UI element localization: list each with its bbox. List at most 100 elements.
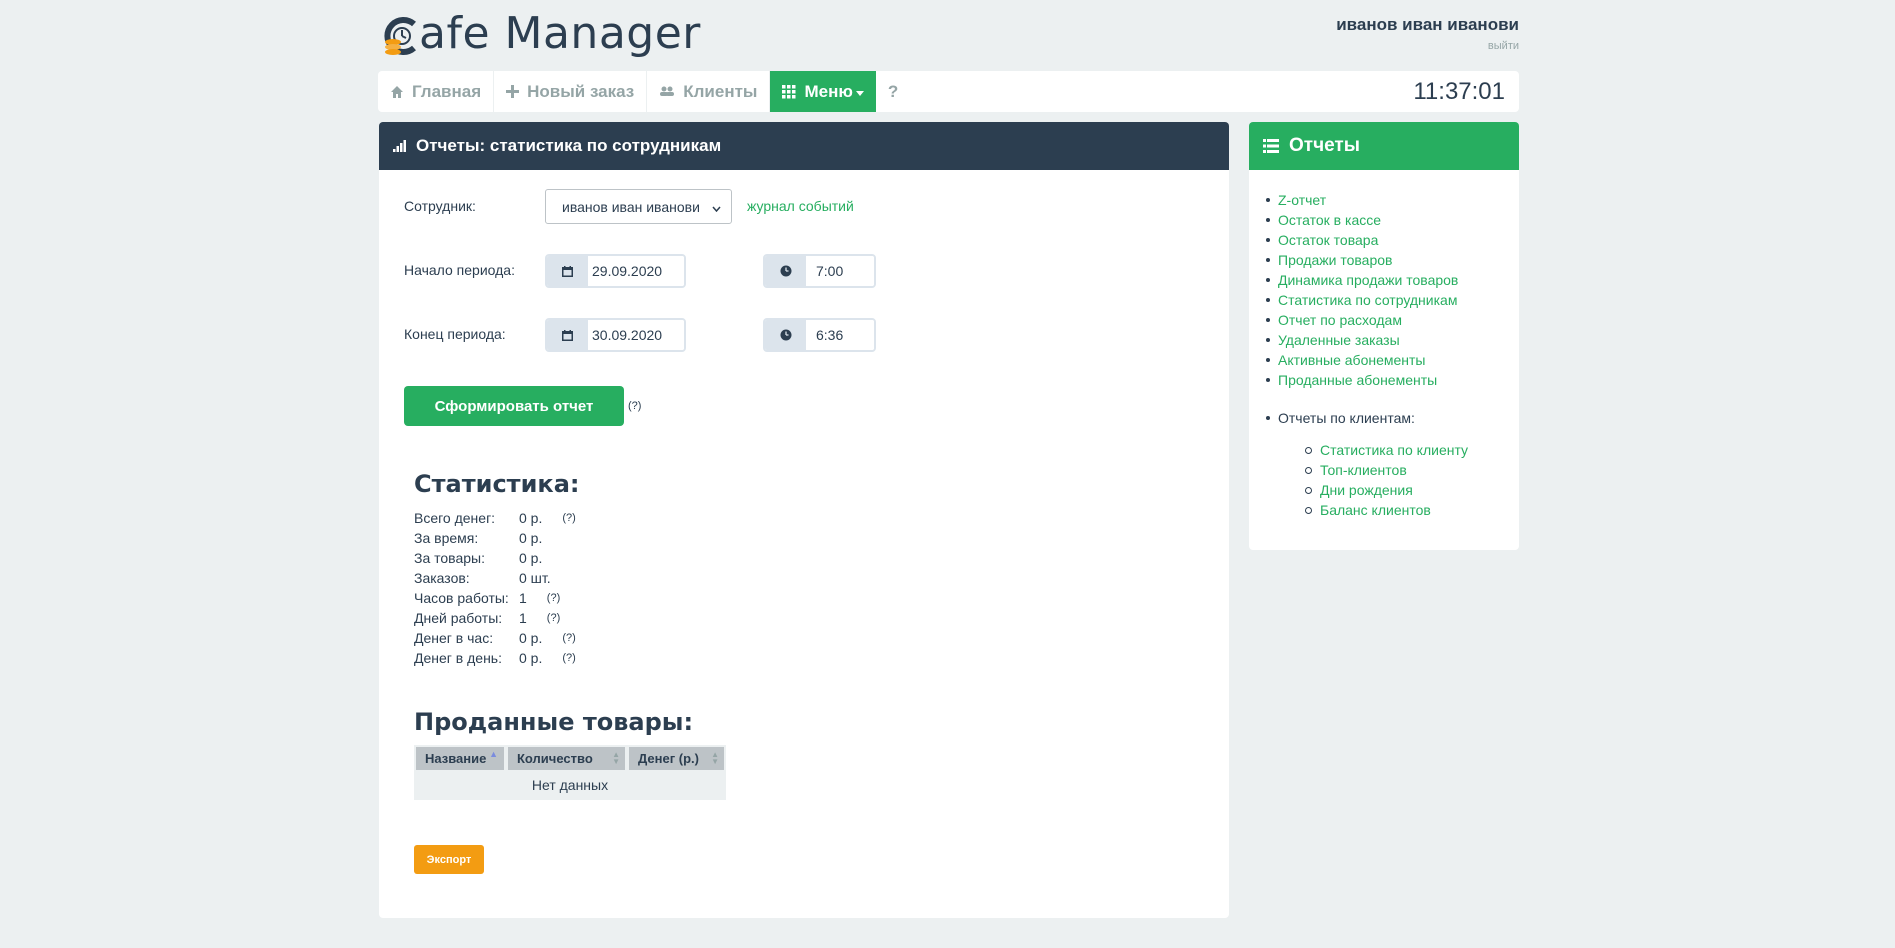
column-header-name[interactable]: Название ▲ (414, 745, 506, 770)
nav-new-order-label: Новый заказ (527, 81, 635, 101)
report-link[interactable]: Остаток в кассе (1278, 212, 1381, 228)
nav-help[interactable]: ? (876, 71, 910, 112)
top-navbar: Главная Новый заказ Клиенты Меню ? 11:37… (378, 71, 1519, 112)
generate-report-button[interactable]: Сформировать отчет (404, 386, 624, 426)
stat-value: 0 р. (519, 630, 543, 646)
list-item: Баланс клиентов (1318, 500, 1468, 520)
reports-link-list: Z-отчет Остаток в кассе Остаток товара П… (1278, 190, 1458, 390)
list-item: Остаток в кассе (1278, 210, 1458, 230)
client-report-link[interactable]: Статистика по клиенту (1320, 442, 1468, 458)
nav-home-label: Главная (412, 81, 482, 101)
client-report-link[interactable]: Баланс клиентов (1320, 502, 1431, 518)
events-log-link[interactable]: журнал событий (747, 198, 854, 214)
client-report-link[interactable]: Дни рождения (1320, 482, 1413, 498)
stat-label: Денег в день: (414, 650, 502, 666)
stat-label: Дней работы: (414, 610, 503, 626)
sort-icon: ▲ ▼ (612, 750, 620, 766)
stat-help-hint[interactable]: (?) (547, 612, 560, 624)
client-report-link[interactable]: Топ-клиентов (1320, 462, 1407, 478)
calendar-icon (547, 320, 588, 350)
column-header-quantity[interactable]: Количество ▲ ▼ (506, 745, 627, 770)
nav-menu-label: Меню (804, 81, 853, 101)
report-link[interactable]: Отчет по расходам (1278, 312, 1402, 328)
logout-link[interactable]: выйти (1488, 40, 1519, 52)
column-label: Денег (р.) (638, 751, 699, 766)
stat-value: 0 шт. (519, 570, 551, 586)
home-icon (390, 85, 404, 99)
report-link[interactable]: Удаленные заказы (1278, 332, 1400, 348)
reports-sidebar: Отчеты Z-отчет Остаток в кассе Остаток т… (1249, 122, 1519, 550)
clock: 11:37:01 (1413, 77, 1505, 105)
nav-menu-dropdown[interactable]: Меню (770, 71, 876, 112)
grid-icon (782, 84, 796, 99)
list-item: Статистика по сотрудникам (1278, 290, 1458, 310)
reports-sidebar-header: Отчеты (1249, 122, 1519, 170)
stat-label: За товары: (414, 550, 485, 566)
caret-down-icon (855, 90, 864, 96)
logo-clock-coins-icon (384, 12, 418, 56)
nav-clients-label: Клиенты (683, 81, 758, 101)
signal-bars-icon (393, 140, 406, 152)
report-panel-header: Отчеты: статистика по сотрудникам (379, 122, 1229, 170)
stat-help-hint[interactable]: (?) (562, 632, 575, 644)
stat-label: За время: (414, 530, 479, 546)
report-link[interactable]: Остаток товара (1278, 232, 1378, 248)
stat-help-hint[interactable]: (?) (562, 652, 575, 664)
stat-row: За время: 0 р. (414, 528, 576, 548)
report-link[interactable]: Динамика продажи товаров (1278, 272, 1458, 288)
stat-row: Денег в час: 0 р. (?) (414, 628, 576, 648)
employee-select-value: иванов иван иванови (562, 198, 700, 215)
list-item: Отчет по расходам (1278, 310, 1458, 330)
stats-list: Всего денег: 0 р. (?) За время: 0 р. За … (414, 508, 576, 668)
stat-label: Денег в час: (414, 630, 494, 646)
client-reports-heading: Отчеты по клиентам: (1278, 410, 1415, 426)
nav-clients[interactable]: Клиенты (647, 71, 771, 112)
end-time-field[interactable]: 6:36 (763, 318, 876, 352)
end-date-value: 30.09.2020 (588, 320, 684, 350)
list-item: Удаленные заказы (1278, 330, 1458, 350)
chevron-down-icon (712, 199, 721, 215)
employee-select[interactable]: иванов иван иванови (545, 189, 732, 224)
report-link[interactable]: Z-отчет (1278, 192, 1326, 208)
list-item: Топ-клиентов (1318, 460, 1468, 480)
stat-help-hint[interactable]: (?) (562, 512, 575, 524)
table-header: Название ▲ Количество ▲ ▼ Денег (р.) ▲ ▼ (414, 745, 726, 770)
report-link[interactable]: Статистика по сотрудникам (1278, 292, 1457, 308)
end-date-field[interactable]: 30.09.2020 (545, 318, 686, 352)
column-header-money[interactable]: Денег (р.) ▲ ▼ (627, 745, 726, 770)
export-button[interactable]: Экспорт (414, 845, 484, 874)
report-link[interactable]: Проданные абонементы (1278, 372, 1437, 388)
nav-new-order[interactable]: Новый заказ (494, 71, 648, 112)
list-item: Z-отчет (1278, 190, 1458, 210)
stats-heading: Статистика: (414, 470, 580, 498)
stat-row: Заказов: 0 шт. (414, 568, 576, 588)
start-date-value: 29.09.2020 (588, 256, 684, 286)
report-link[interactable]: Продажи товаров (1278, 252, 1392, 268)
sold-goods-table: Название ▲ Количество ▲ ▼ Денег (р.) ▲ ▼ Н… (414, 745, 726, 800)
stat-row: За товары: 0 р. (414, 548, 576, 568)
nav-home[interactable]: Главная (378, 71, 495, 112)
clock-icon (765, 320, 806, 350)
report-panel: Отчеты: статистика по сотрудникам Сотруд… (379, 122, 1229, 918)
start-time-field[interactable]: 7:00 (763, 254, 876, 288)
app-logo[interactable]: afe Manager (384, 6, 701, 62)
page-title: Отчеты: статистика по сотрудникам (416, 136, 722, 155)
calendar-icon (547, 256, 588, 286)
client-reports-list: Статистика по клиенту Топ-клиентов Дни р… (1318, 440, 1468, 520)
list-item: Остаток товара (1278, 230, 1458, 250)
list-item: Проданные абонементы (1278, 370, 1458, 390)
stat-value: 0 р. (519, 530, 543, 546)
sidebar-title: Отчеты (1289, 135, 1360, 156)
start-date-field[interactable]: 29.09.2020 (545, 254, 686, 288)
report-link[interactable]: Активные абонементы (1278, 352, 1426, 368)
logo-text: afe Manager (419, 8, 701, 59)
start-time-value: 7:00 (806, 256, 874, 286)
stat-value: 0 р. (519, 550, 543, 566)
stat-row: Денег в день: 0 р. (?) (414, 648, 576, 668)
stat-help-hint[interactable]: (?) (547, 592, 560, 604)
generate-help-hint[interactable]: (?) (628, 400, 641, 412)
users-icon (659, 86, 675, 98)
list-item: Динамика продажи товаров (1278, 270, 1458, 290)
stat-value: 1 (519, 590, 527, 606)
stat-value: 0 р. (519, 510, 543, 526)
